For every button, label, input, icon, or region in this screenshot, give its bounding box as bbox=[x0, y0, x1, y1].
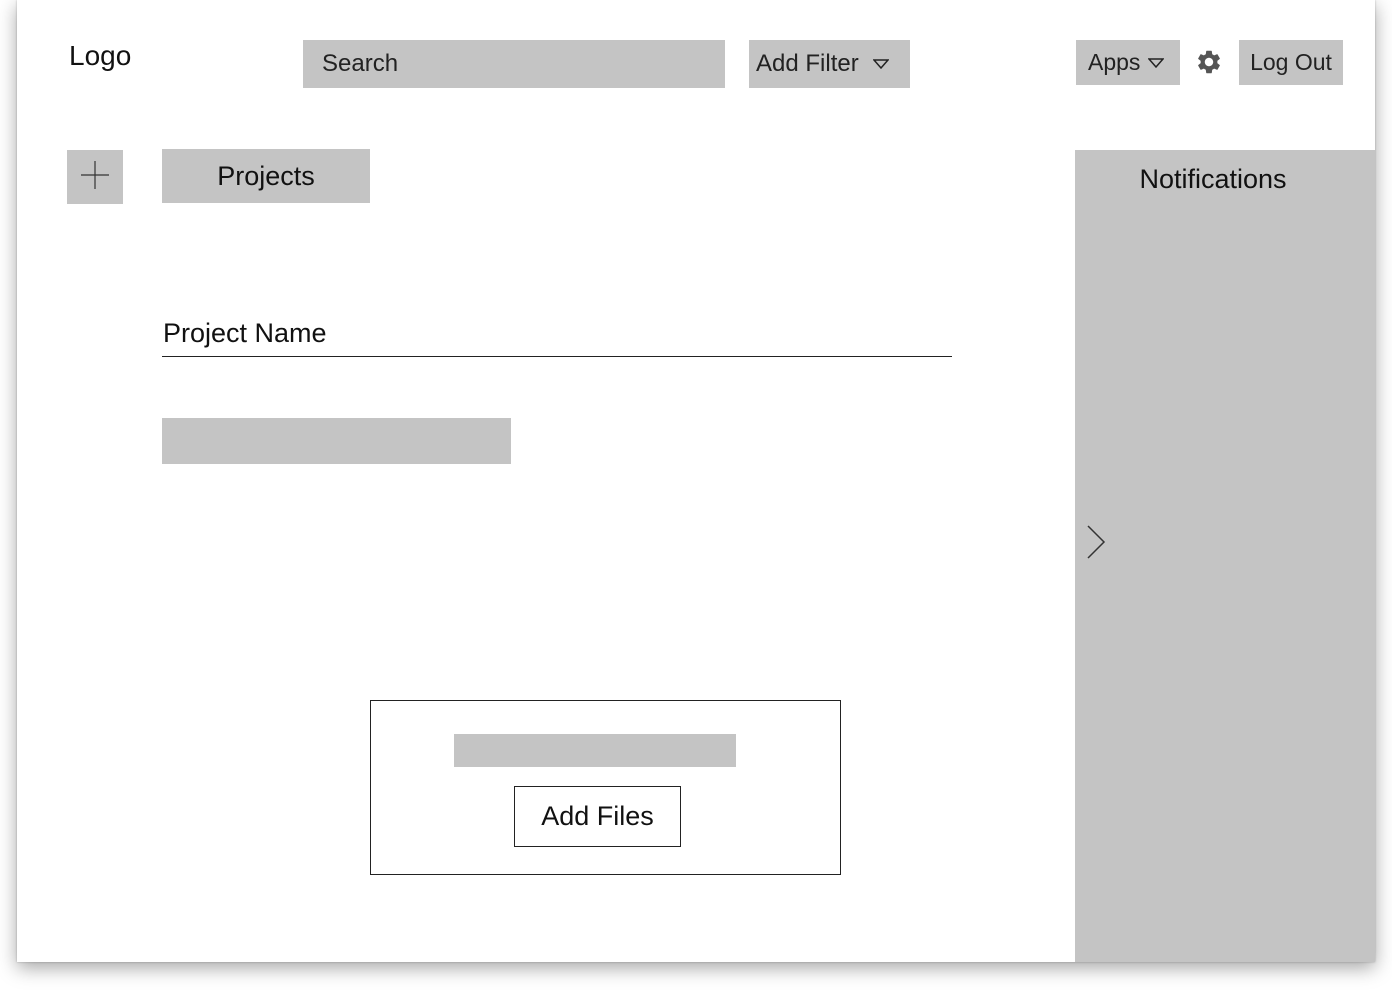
add-files-button[interactable]: Add Files bbox=[514, 786, 681, 847]
chevron-down-icon bbox=[872, 58, 889, 70]
apps-dropdown[interactable]: Apps bbox=[1076, 40, 1180, 85]
add-filter-label: Add Filter bbox=[756, 50, 859, 77]
projects-label: Projects bbox=[217, 160, 315, 191]
content-placeholder-bar bbox=[162, 418, 511, 464]
upload-placeholder-bar bbox=[454, 734, 736, 767]
add-files-label: Add Files bbox=[541, 801, 654, 831]
logo: Logo bbox=[69, 40, 132, 71]
add-project-button[interactable] bbox=[67, 150, 123, 204]
project-name-field[interactable]: Project Name bbox=[163, 316, 327, 350]
notifications-title: Notifications bbox=[1139, 164, 1287, 194]
search-placeholder: Search bbox=[322, 50, 399, 77]
projects-button[interactable]: Projects bbox=[162, 149, 370, 203]
logout-label: Log Out bbox=[1250, 49, 1332, 75]
app-window: Logo Search Add Filter Apps Log Out Proj… bbox=[17, 0, 1375, 962]
add-filter-dropdown[interactable]: Add Filter bbox=[749, 40, 910, 88]
project-name-underline bbox=[162, 356, 952, 357]
search-input[interactable]: Search bbox=[303, 40, 725, 88]
logout-button[interactable]: Log Out bbox=[1239, 40, 1343, 85]
notifications-panel: Notifications bbox=[1075, 150, 1375, 962]
apps-label: Apps bbox=[1088, 49, 1141, 75]
plus-icon bbox=[80, 160, 110, 195]
chevron-down-icon bbox=[1148, 57, 1165, 69]
gear-icon[interactable] bbox=[1195, 47, 1223, 77]
chevron-right-icon[interactable] bbox=[1085, 524, 1107, 560]
